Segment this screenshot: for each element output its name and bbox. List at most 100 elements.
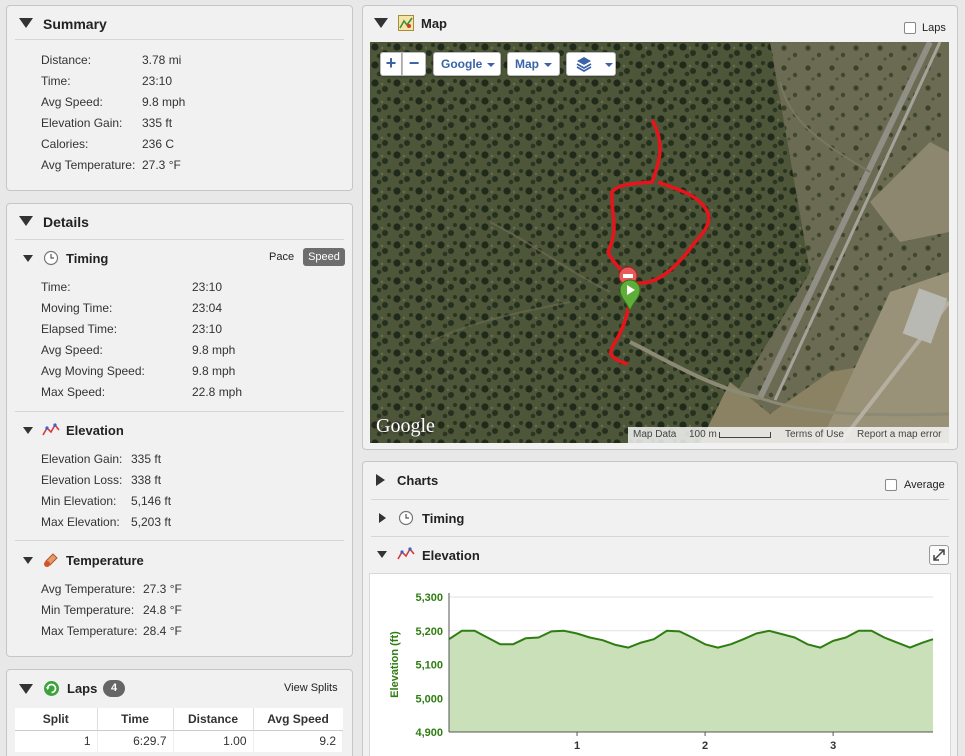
column-header-distance[interactable]: Distance (173, 708, 254, 731)
report-map-error-link[interactable]: Report a map error (857, 427, 941, 443)
map-type-label: Map (515, 57, 539, 71)
y-tick-label: 5,100 (415, 660, 443, 672)
collapse-triangle-icon[interactable] (19, 216, 33, 226)
start-marker-icon[interactable] (618, 278, 642, 312)
summary-panel: Summary Distance: 3.78 mi Time: 23:10 Av… (6, 5, 353, 191)
clock-icon (398, 510, 414, 526)
expand-triangle-icon[interactable] (379, 513, 386, 523)
map-data-link[interactable]: Map Data (633, 427, 676, 443)
summary-title: Summary (43, 16, 107, 32)
avg-speed-cell: 9.2 (253, 730, 343, 752)
collapse-triangle-icon[interactable] (23, 557, 33, 564)
y-tick-label: 5,000 (415, 693, 443, 705)
collapse-triangle-icon[interactable] (19, 18, 33, 28)
divider (15, 540, 344, 541)
timing-chart-title: Timing (422, 511, 465, 526)
temperature-value-max: 28.4 °F (143, 624, 182, 638)
timing-label-time: Time: (41, 280, 71, 294)
zoom-in-button[interactable]: + (380, 52, 402, 76)
column-header-avg-speed[interactable]: Avg Speed (253, 708, 343, 731)
terms-of-use-link[interactable]: Terms of Use (785, 427, 844, 443)
divider (371, 499, 949, 500)
chevron-down-icon (544, 62, 552, 67)
map-provider-label: Google (441, 57, 483, 71)
timing-value-time: 23:10 (192, 280, 223, 294)
elevation-value-min: 5,146 ft (131, 494, 172, 508)
chevron-down-icon (605, 63, 613, 67)
average-checkbox[interactable] (885, 479, 897, 491)
elevation-value-gain: 335 ft (131, 452, 162, 466)
elevation-value-loss: 338 ft (131, 473, 162, 487)
map-attribution-bar: Map Data 100 m Terms of Use Report a map… (628, 427, 949, 443)
clock-icon (43, 250, 59, 266)
x-tick-label: 3 (830, 740, 836, 752)
y-tick-label: 4,900 (415, 727, 443, 739)
timing-section-title: Timing (66, 251, 109, 266)
laps-checkbox[interactable] (904, 22, 916, 34)
collapse-triangle-icon[interactable] (377, 551, 387, 558)
details-panel: Details Timing Pace Speed Time: 23:10 Mo… (6, 203, 353, 657)
elevation-chart-icon (397, 547, 415, 560)
map-viewport[interactable]: + − Google Map Google Map Data 100 m Ter… (370, 42, 949, 443)
route-track (606, 119, 711, 366)
y-tick-label: 5,300 (415, 592, 443, 604)
map-panel: Map Laps + − Google Map Google Map Data … (362, 5, 958, 450)
laps-table-header: Split Time Distance Avg Speed (15, 708, 343, 731)
collapse-triangle-icon[interactable] (19, 684, 33, 694)
table-row[interactable]: 1 6:29.7 1.00 9.2 (15, 730, 343, 752)
elevation-value-max: 5,203 ft (131, 515, 172, 529)
temperature-label-avg: Avg Temperature: (41, 582, 136, 596)
chevron-down-icon (487, 62, 496, 67)
temperature-value-avg: 27.3 °F (143, 582, 182, 596)
divider (15, 411, 344, 412)
timing-label-elapsed-time: Elapsed Time: (41, 322, 118, 336)
summary-label-calories: Calories: (41, 137, 89, 151)
map-layers-dropdown[interactable] (566, 52, 616, 76)
timing-value-avg-moving-speed: 9.8 mph (192, 364, 236, 378)
elevation-chart[interactable]: 5,300 5,200 5,100 5,000 4,900 1 2 3 Elevation (f… (370, 574, 952, 756)
details-header[interactable]: Details (15, 204, 344, 240)
elevation-label-max: Max Elevation: (41, 515, 120, 529)
expand-arrows-icon (933, 549, 945, 561)
split-cell: 1 (15, 730, 98, 752)
map-title: Map (421, 16, 447, 31)
thermometer-icon (44, 553, 58, 567)
x-tick-label: 1 (574, 740, 580, 752)
elevation-chart-icon (42, 423, 60, 436)
google-logo[interactable]: Google (376, 415, 435, 438)
time-cell: 6:29.7 (97, 730, 174, 752)
elevation-area (449, 630, 933, 732)
column-header-time[interactable]: Time (97, 708, 174, 731)
map-type-dropdown[interactable]: Map (507, 52, 560, 76)
elevation-chart-area: 5,300 5,200 5,100 5,000 4,900 1 2 3 Elevation (f… (369, 573, 951, 756)
summary-value-calories: 236 C (142, 137, 175, 151)
summary-label-distance: Distance: (41, 53, 92, 67)
timing-label-moving-time: Moving Time: (41, 301, 113, 315)
summary-header[interactable]: Summary (15, 6, 344, 40)
view-splits-link[interactable]: View Splits (284, 682, 338, 694)
column-header-split[interactable]: Split (15, 708, 98, 731)
layers-icon (576, 57, 592, 73)
elevation-section-title: Elevation (66, 423, 124, 438)
summary-label-avg-speed: Avg Speed: (41, 95, 103, 109)
map-provider-dropdown[interactable]: Google (433, 52, 501, 76)
charts-panel: Charts Average Timing Elevation 5,300 5,2… (362, 461, 958, 756)
y-tick-label: 5,200 (415, 626, 443, 638)
laps-table: Split Time Distance Avg Speed 1 6:29.7 1… (15, 708, 343, 752)
timing-label-avg-speed: Avg Speed: (41, 343, 103, 357)
pace-toggle[interactable]: Pace (269, 251, 294, 263)
expand-chart-button[interactable] (929, 545, 949, 565)
expand-triangle-icon[interactable] (376, 474, 385, 486)
summary-value-time: 23:10 (142, 74, 173, 88)
average-checkbox-label: Average (904, 479, 945, 491)
laps-count-badge: 4 (103, 680, 125, 697)
speed-toggle[interactable]: Speed (303, 248, 345, 266)
collapse-triangle-icon[interactable] (23, 427, 33, 434)
timing-value-avg-speed: 9.8 mph (192, 343, 236, 357)
collapse-triangle-icon[interactable] (374, 18, 388, 28)
divider (371, 536, 949, 537)
zoom-out-button[interactable]: − (402, 52, 426, 76)
collapse-triangle-icon[interactable] (23, 255, 33, 262)
timing-value-moving-time: 23:04 (192, 301, 223, 315)
details-title: Details (43, 214, 89, 230)
